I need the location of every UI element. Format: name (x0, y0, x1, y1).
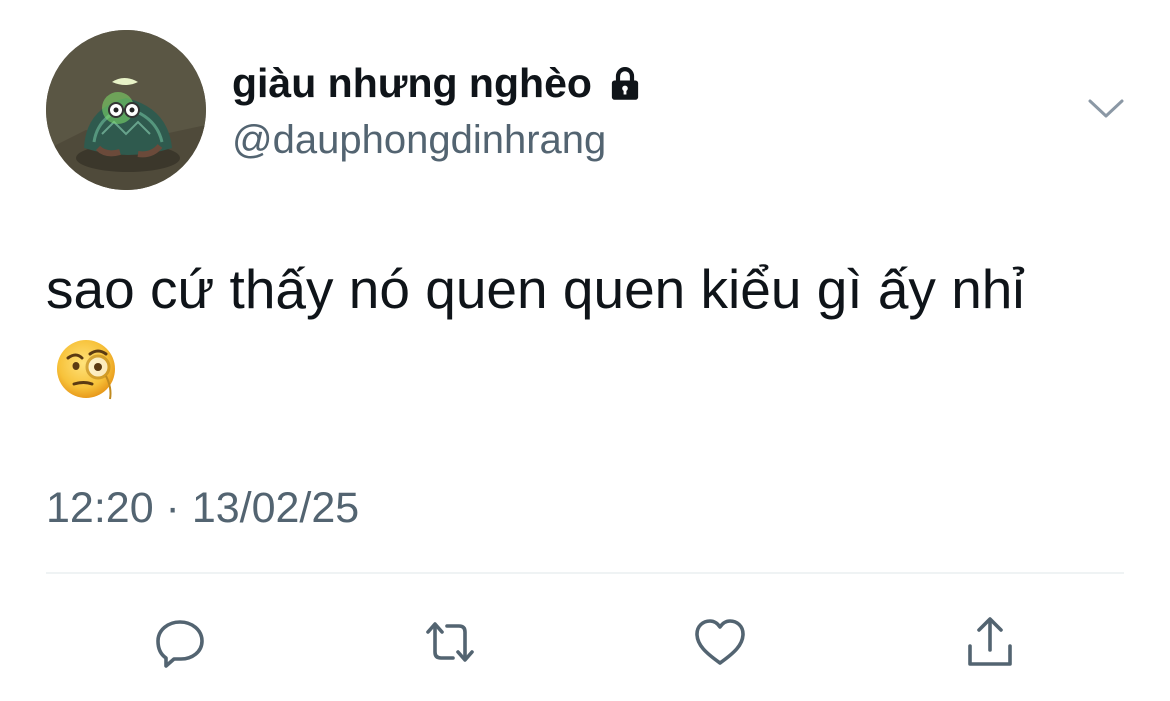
user-handle[interactable]: @dauphongdinhrang (232, 118, 606, 163)
lock-icon (611, 66, 639, 100)
retweet-button[interactable] (420, 612, 480, 672)
display-name-row[interactable]: giàu nhưng nghèo (232, 60, 646, 107)
avatar-image (46, 30, 206, 190)
retweet-icon (426, 622, 474, 662)
reply-icon (156, 620, 204, 668)
face-with-monocle-icon (57, 340, 115, 400)
avatar[interactable] (46, 30, 206, 190)
chevron-down-icon[interactable] (1086, 96, 1126, 122)
like-button[interactable] (690, 612, 750, 672)
tweet-timestamp[interactable]: 12:20 · 13/02/25 (46, 484, 359, 533)
display-name: giàu nhưng nghèo (232, 60, 592, 106)
divider (46, 572, 1124, 574)
share-icon (968, 617, 1012, 666)
heart-icon (695, 619, 745, 665)
reply-button[interactable] (150, 612, 210, 672)
tweet-body: sao cứ thấy nó quen quen kiểu gì ấy nhỉ (46, 258, 1025, 320)
share-button[interactable] (960, 612, 1020, 672)
tweet-text: sao cứ thấy nó quen quen kiểu gì ấy nhỉ (46, 248, 1106, 412)
